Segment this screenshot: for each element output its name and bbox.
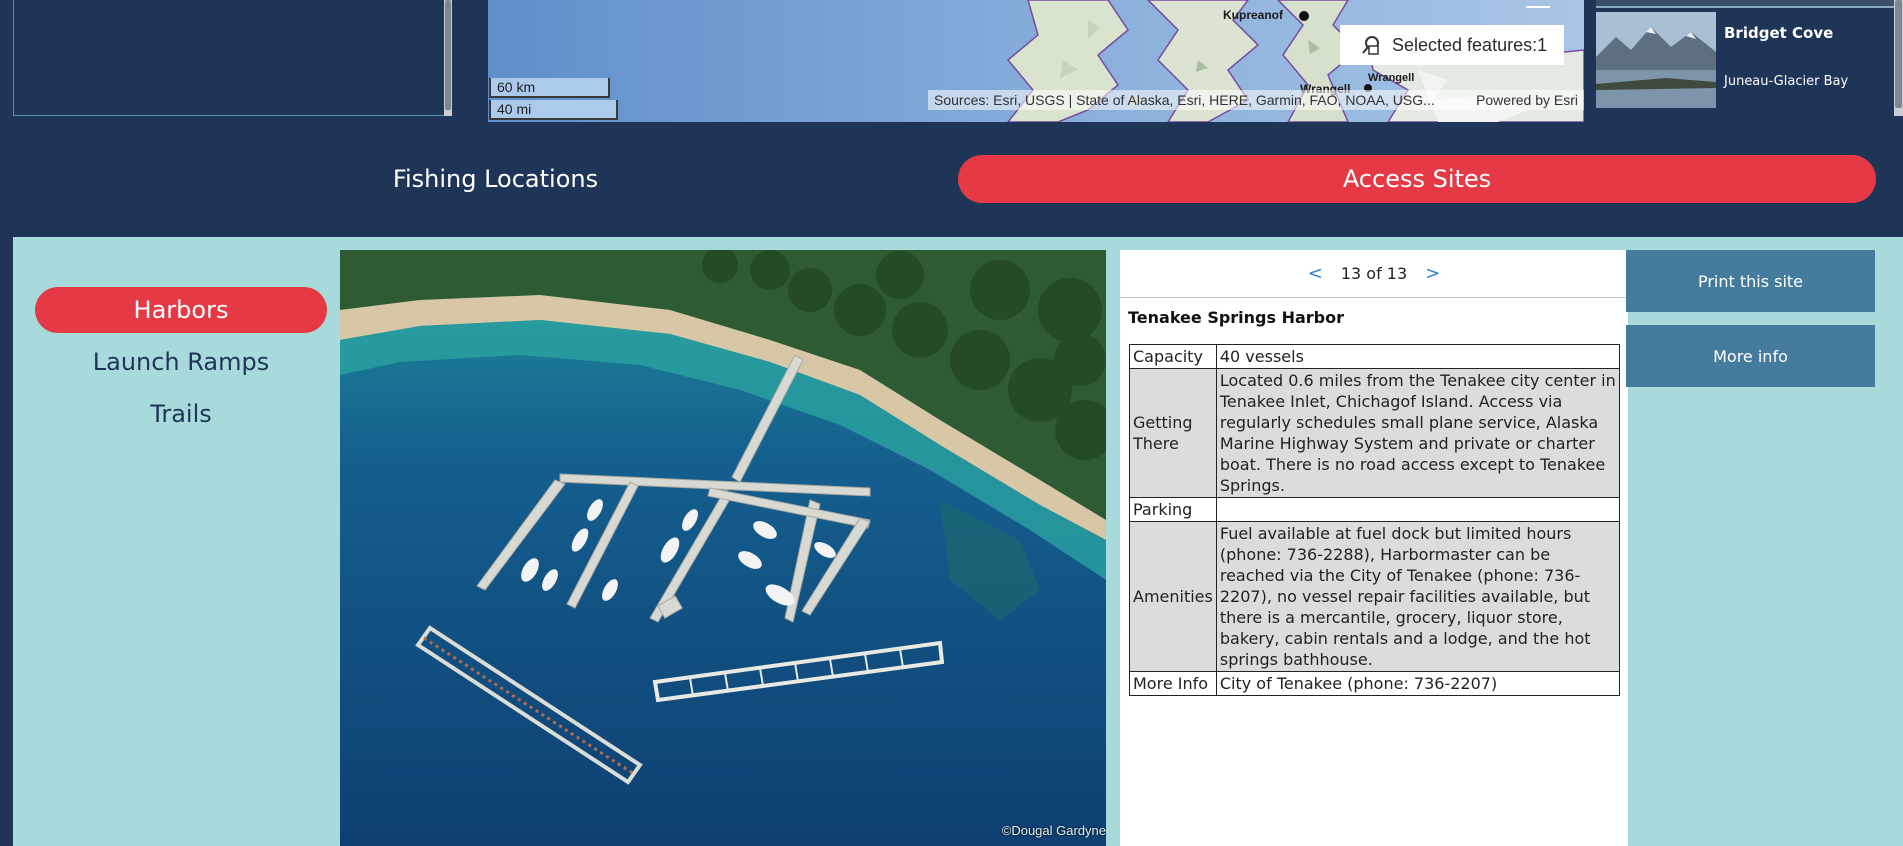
- nav-item-trails[interactable]: Trails: [35, 391, 327, 437]
- expand-icon[interactable]: [1526, 0, 1550, 8]
- map-label-kupreanof: Kupreanof: [1223, 8, 1283, 22]
- map-label-wrangell-small: Wrangell: [1368, 72, 1415, 84]
- powered-by-esri-link[interactable]: Powered by Esri: [1476, 90, 1578, 110]
- table-row: Capacity 40 vessels: [1129, 344, 1621, 369]
- print-site-button[interactable]: Print this site: [1626, 250, 1875, 312]
- gallery-scrollbar[interactable]: [1894, 0, 1903, 116]
- more-info-button[interactable]: More info: [1626, 325, 1875, 387]
- selected-features-label: Selected features:1: [1392, 34, 1548, 55]
- table-row: More Info City of Tenakee (phone: 736-22…: [1129, 671, 1621, 696]
- left-panel-scrollbar[interactable]: [444, 0, 452, 116]
- photo-credit: ©Dougal Gardyne: [1001, 823, 1106, 838]
- attr-key-parking: Parking: [1129, 497, 1217, 522]
- attr-value-amenities: Fuel available at fuel dock but limited …: [1215, 521, 1621, 672]
- gallery-scroll-thumb[interactable]: [1895, 0, 1902, 108]
- attr-key-getting-there: Getting There: [1129, 368, 1217, 498]
- attr-key-more-info: More Info: [1129, 671, 1217, 696]
- site-info-popup: < 13 of 13 > Tenakee Springs Harbor Capa…: [1120, 250, 1628, 846]
- map-view[interactable]: Kupreanof Wrangell Wrangell Selected fea…: [488, 0, 1584, 122]
- attribution-sources: Sources: Esri, USGS | State of Alaska, E…: [934, 92, 1435, 108]
- bridget-cove-image: [1596, 12, 1716, 108]
- left-list-panel: [13, 0, 451, 116]
- next-feature-button[interactable]: >: [1425, 263, 1440, 284]
- scale-bar-km: 60 km: [489, 78, 610, 98]
- gallery-card[interactable]: Bridget Cove Juneau-Glacier Bay: [1596, 12, 1896, 112]
- access-sites-panel: Harbors Launch Ramps Trails ©Dougal Gard…: [13, 237, 1903, 846]
- attr-value-capacity: 40 vessels: [1215, 344, 1621, 369]
- nav-item-launch-ramps[interactable]: Launch Ramps: [35, 339, 327, 385]
- selected-features-button[interactable]: Selected features:1: [1340, 25, 1564, 65]
- site-photo: ©Dougal Gardyne: [340, 250, 1106, 846]
- table-row: Amenities Fuel available at fuel dock bu…: [1129, 521, 1621, 672]
- table-row: Parking: [1129, 497, 1621, 522]
- site-gallery: Bridget Cove Juneau-Glacier Bay: [1594, 0, 1896, 116]
- site-title: Tenakee Springs Harbor: [1128, 308, 1345, 327]
- selection-icon: [1362, 36, 1379, 55]
- gallery-card-title: Bridget Cove: [1724, 24, 1834, 42]
- scale-bar-mi: 40 mi: [489, 100, 618, 120]
- map-attribution: Sources: Esri, USGS | State of Alaska, E…: [928, 90, 1584, 110]
- gallery-card-subtitle: Juneau-Glacier Bay: [1724, 74, 1849, 89]
- attr-value-parking: [1215, 497, 1621, 522]
- attr-value-more-info: City of Tenakee (phone: 736-2207): [1215, 671, 1621, 696]
- map-marker-kupreanof[interactable]: [1299, 11, 1309, 21]
- previous-feature-button[interactable]: <: [1308, 263, 1323, 284]
- harbor-aerial-image: [340, 250, 1106, 846]
- tab-access-sites[interactable]: Access Sites: [958, 155, 1876, 203]
- attr-key-capacity: Capacity: [1129, 344, 1217, 369]
- site-attributes-table: Capacity 40 vessels Getting There Locate…: [1129, 344, 1621, 696]
- left-panel-scroll-thumb[interactable]: [445, 0, 451, 110]
- nav-item-harbors[interactable]: Harbors: [35, 287, 327, 333]
- gallery-previous-card[interactable]: [1596, 0, 1896, 8]
- table-row: Getting There Located 0.6 miles from the…: [1129, 368, 1621, 498]
- attr-key-amenities: Amenities: [1129, 521, 1217, 672]
- feature-pager: < 13 of 13 >: [1120, 250, 1628, 298]
- attr-value-getting-there: Located 0.6 miles from the Tenakee city …: [1215, 368, 1621, 498]
- gallery-card-thumbnail: [1596, 12, 1716, 108]
- tab-fishing-locations[interactable]: Fishing Locations: [14, 155, 977, 203]
- feature-count: 13 of 13: [1340, 264, 1408, 283]
